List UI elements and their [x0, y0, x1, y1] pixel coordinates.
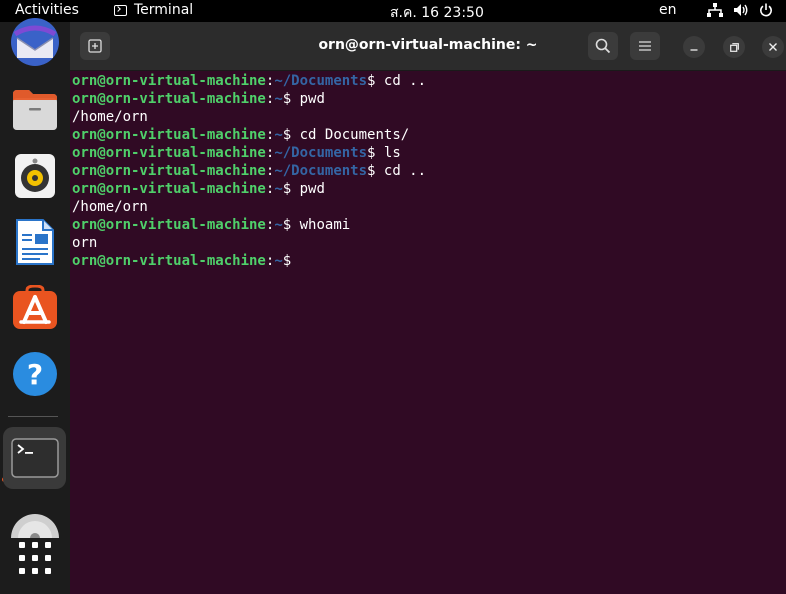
- prompt-path: ~/Documents: [274, 145, 368, 161]
- command-text: $ cd ..: [367, 163, 427, 179]
- svg-text:?: ?: [27, 358, 43, 391]
- rhythmbox-icon: [15, 154, 55, 198]
- prompt-path: ~: [274, 181, 283, 197]
- restore-icon: [729, 42, 739, 52]
- prompt-path: ~: [274, 127, 283, 143]
- header-bar: orn@orn-virtual-machine: ~: [70, 22, 786, 71]
- prompt-path: ~: [274, 91, 283, 107]
- output-text: /home/orn: [72, 199, 148, 215]
- terminal-line: orn@orn-virtual-machine:~/Documents$ ls: [72, 144, 782, 162]
- volume-icon: [734, 4, 748, 16]
- files-icon: [13, 90, 57, 130]
- dock-separator: [8, 416, 58, 417]
- terminal-line: /home/orn: [72, 198, 782, 216]
- dock-item-rhythmbox[interactable]: [5, 146, 65, 206]
- dock-item-files[interactable]: [5, 80, 65, 140]
- input-language[interactable]: en: [659, 2, 677, 18]
- command-text: $ cd ..: [367, 73, 427, 89]
- maximize-button[interactable]: [723, 36, 745, 58]
- minimize-button[interactable]: [683, 36, 705, 58]
- network-icon: [707, 3, 723, 17]
- top-bar: Activities Terminal ส.ค. 16 23:50 en: [0, 0, 786, 22]
- window-title: orn@orn-virtual-machine: ~: [318, 37, 538, 53]
- help-icon: ?: [13, 352, 57, 396]
- terminal-line: orn@orn-virtual-machine:~$ cd Documents/: [72, 126, 782, 144]
- terminal-line: orn: [72, 234, 782, 252]
- terminal-icon: [10, 438, 59, 478]
- prompt-user: orn@orn-virtual-machine: [72, 253, 266, 269]
- command-text: $ pwd: [282, 181, 325, 197]
- dock-item-app-center[interactable]: [5, 278, 65, 338]
- search-button[interactable]: [588, 32, 618, 60]
- prompt-user: orn@orn-virtual-machine: [72, 127, 266, 143]
- prompt-path: ~: [274, 217, 283, 233]
- dock: ?: [0, 18, 70, 594]
- prompt-path: ~/Documents: [274, 163, 368, 179]
- terminal-line: orn@orn-virtual-machine:~/Documents$ cd …: [72, 72, 782, 90]
- prompt-path: ~: [274, 253, 283, 269]
- command-text: $ whoami: [282, 217, 351, 233]
- hamburger-menu-icon: [639, 41, 651, 51]
- terminal-icon: [114, 4, 127, 16]
- clock[interactable]: ส.ค. 16 23:50: [390, 2, 484, 24]
- terminal-line: orn@orn-virtual-machine:~$ pwd: [72, 180, 782, 198]
- terminal-window: orn@orn-virtual-machine: ~ orn@orn-virtu…: [70, 22, 786, 594]
- prompt-user: orn@orn-virtual-machine: [72, 181, 266, 197]
- command-text: $ cd Documents/: [282, 127, 410, 143]
- minimize-icon: [690, 49, 698, 51]
- thunderbird-icon: [11, 18, 59, 66]
- menu-button[interactable]: [630, 32, 660, 60]
- dock-item-help[interactable]: ?: [5, 344, 65, 404]
- app-center-icon: [13, 285, 57, 329]
- app-menu[interactable]: Terminal: [114, 2, 193, 18]
- search-icon: [595, 38, 611, 54]
- show-apps-icon: [19, 542, 51, 574]
- app-name: Terminal: [134, 2, 194, 18]
- close-icon: [769, 43, 777, 51]
- terminal-line: orn@orn-virtual-machine:~$ whoami: [72, 216, 782, 234]
- terminal-line: orn@orn-virtual-machine:~$ pwd: [72, 90, 782, 108]
- prompt-user: orn@orn-virtual-machine: [72, 217, 266, 233]
- output-text: orn: [72, 235, 98, 251]
- prompt-user: orn@orn-virtual-machine: [72, 163, 266, 179]
- prompt-user: orn@orn-virtual-machine: [72, 145, 266, 161]
- power-icon: [760, 3, 772, 17]
- prompt-user: orn@orn-virtual-machine: [72, 91, 266, 107]
- command-text: $: [282, 253, 300, 269]
- prompt-path: ~/Documents: [274, 73, 368, 89]
- terminal-line: /home/orn: [72, 108, 782, 126]
- dock-item-thunderbird[interactable]: [5, 14, 65, 74]
- system-menu[interactable]: [707, 3, 773, 17]
- terminal-line: orn@orn-virtual-machine:~/Documents$ cd …: [72, 162, 782, 180]
- libreoffice-writer-icon: [16, 219, 54, 265]
- dock-item-show-apps[interactable]: [5, 528, 65, 588]
- dock-item-terminal[interactable]: [3, 427, 66, 489]
- terminal-line: orn@orn-virtual-machine:~$: [72, 252, 782, 270]
- output-text: /home/orn: [72, 109, 148, 125]
- prompt-user: orn@orn-virtual-machine: [72, 73, 266, 89]
- dock-item-writer[interactable]: [5, 212, 65, 272]
- close-button[interactable]: [762, 36, 784, 58]
- terminal-output[interactable]: orn@orn-virtual-machine:~/Documents$ cd …: [72, 72, 782, 270]
- command-text: $ pwd: [282, 91, 325, 107]
- command-text: $ ls: [367, 145, 401, 161]
